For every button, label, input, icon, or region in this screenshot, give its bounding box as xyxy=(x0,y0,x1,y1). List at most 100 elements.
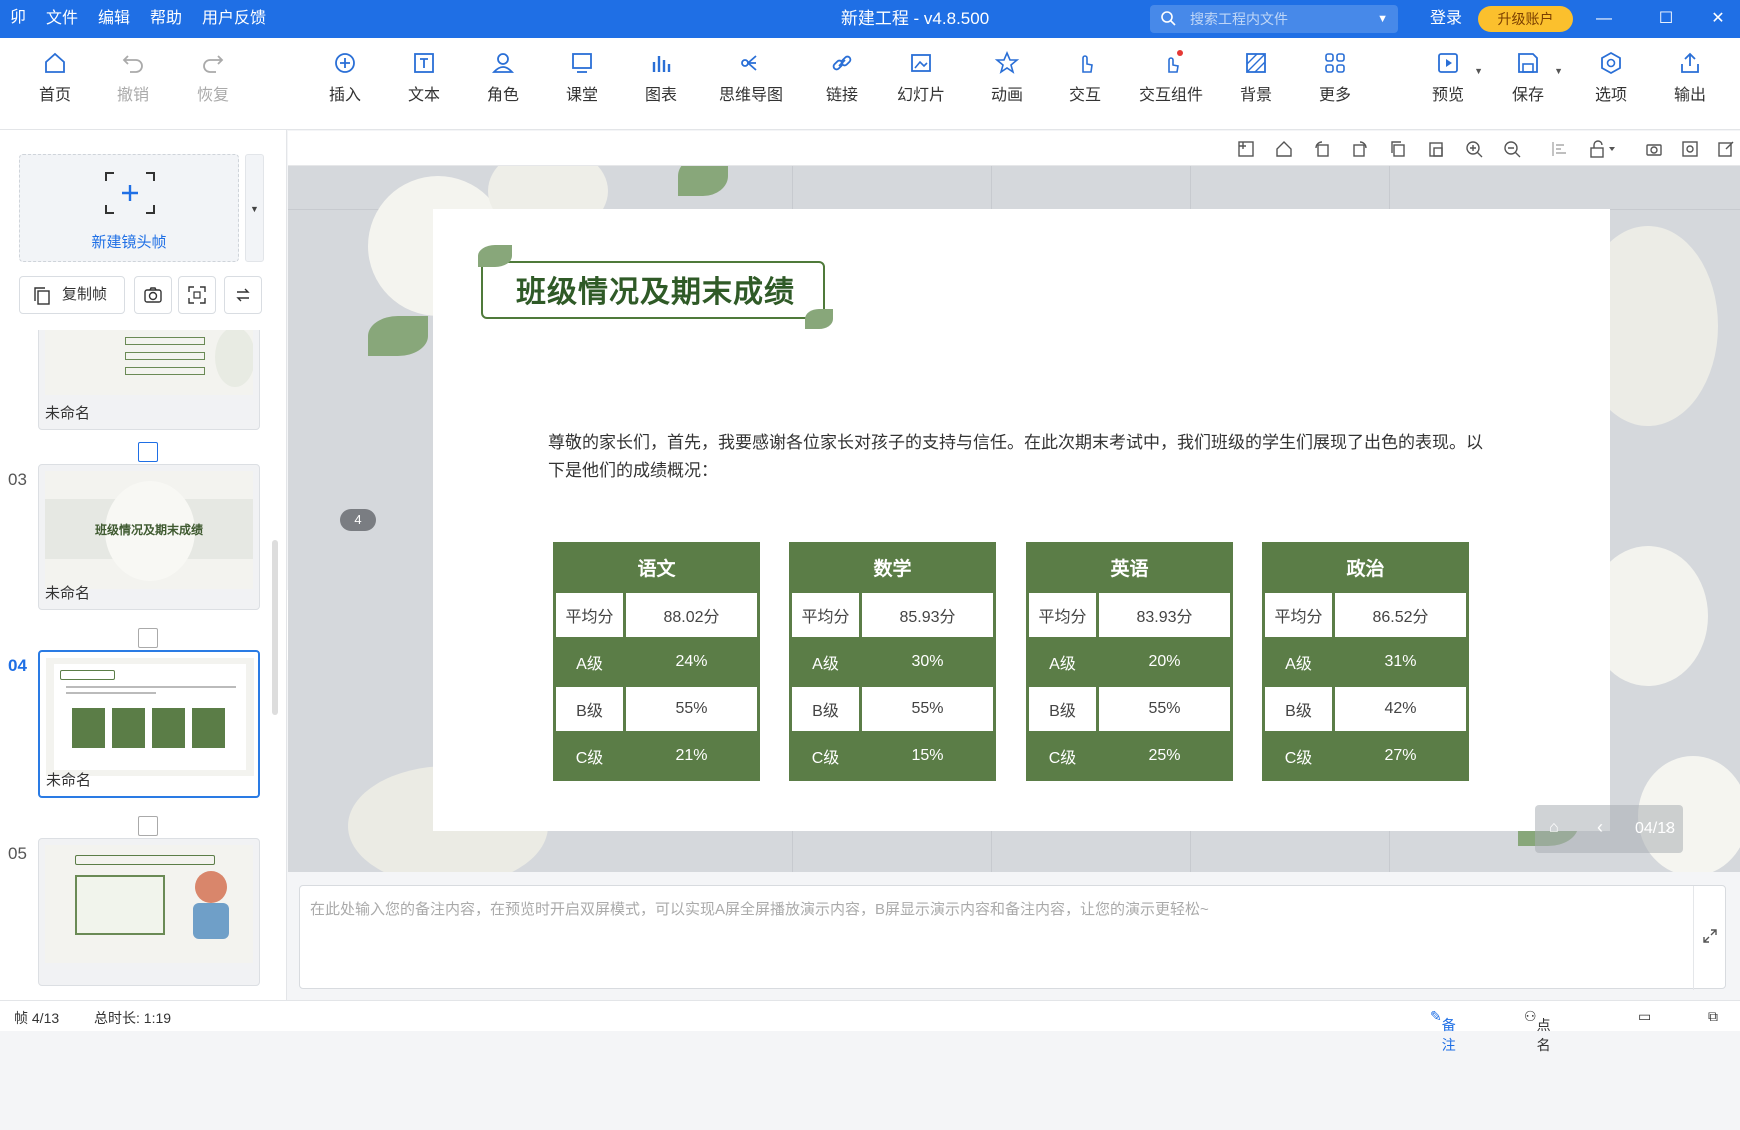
interact-component-button[interactable]: 交互组件 xyxy=(1136,50,1206,105)
fullscreen-icon[interactable]: ⧉ xyxy=(1708,1008,1718,1025)
maximize-icon[interactable]: ☐ xyxy=(1644,0,1688,38)
rollcall-label: 点名 xyxy=(1536,1017,1551,1053)
frame-badge[interactable]: 4 xyxy=(340,509,376,531)
lock-icon[interactable] xyxy=(1588,139,1618,159)
menu-feedback[interactable]: 用户反馈 xyxy=(202,0,266,38)
nav-home-icon[interactable]: ⌂ xyxy=(1549,819,1559,837)
align-icon[interactable] xyxy=(1550,139,1570,159)
export-button[interactable]: 输出 xyxy=(1655,50,1725,105)
subject-table-english[interactable]: 英语 平均分 83.93分 A级 20% B级 55% C级 25% xyxy=(1026,542,1233,781)
options-button[interactable]: 选项 xyxy=(1576,50,1646,105)
transition-icon[interactable] xyxy=(138,628,158,648)
frame-item[interactable]: 班级情况及期末成绩 未命名 xyxy=(38,464,260,610)
camera-icon[interactable] xyxy=(1644,139,1664,159)
settings-icon[interactable] xyxy=(1680,139,1700,159)
more-button[interactable]: 更多 xyxy=(1300,50,1370,105)
text-icon xyxy=(414,53,434,73)
options-icon xyxy=(1601,51,1621,75)
mindmap-button[interactable]: 思维导图 xyxy=(716,50,786,105)
nav-next-icon[interactable]: › xyxy=(1665,817,1671,838)
interact-component-icon xyxy=(1168,50,1183,73)
home-view-icon[interactable] xyxy=(1274,139,1294,159)
menu-edit[interactable]: 编辑 xyxy=(98,0,130,38)
nav-prev-icon[interactable]: ‹ xyxy=(1597,817,1603,838)
upgrade-button[interactable]: 升级账户 xyxy=(1478,6,1573,32)
slide-paragraph[interactable]: 尊敬的家长们，首先，我要感谢各位家长对孩子的支持与信任。在此次期末考试中，我们班… xyxy=(548,429,1493,485)
row-label: 平均分 xyxy=(1026,590,1099,640)
classroom-label: 课堂 xyxy=(565,87,598,104)
new-frame-dropdown-icon[interactable]: ▼ xyxy=(245,154,264,262)
copy-frame-label: 复制帧 xyxy=(62,286,108,303)
background-button[interactable]: 背景 xyxy=(1221,50,1291,105)
search-input[interactable]: 搜索工程内文件 ▼ xyxy=(1150,5,1398,33)
menu-help[interactable]: 帮助 xyxy=(150,0,182,38)
snapshot-button[interactable] xyxy=(134,276,172,314)
subject-header: 英语 xyxy=(1026,542,1233,593)
insert-button[interactable]: 插入 xyxy=(310,50,380,105)
screen-icon[interactable]: ▭ xyxy=(1638,1008,1651,1025)
chart-button[interactable]: 图表 xyxy=(626,50,696,105)
leaf-decoration xyxy=(678,166,728,196)
copy-frame-button[interactable]: 复制帧 xyxy=(19,276,125,314)
minimize-icon[interactable]: — xyxy=(1582,0,1626,38)
leaf-decoration xyxy=(368,316,428,356)
rotate-right-icon[interactable] xyxy=(1350,139,1370,159)
redo-button[interactable]: 恢复 xyxy=(178,50,248,105)
transition-icon[interactable] xyxy=(138,442,158,462)
save-dropdown-icon[interactable]: ▼ xyxy=(1554,66,1563,76)
interact-button[interactable]: 交互 xyxy=(1050,50,1120,105)
classroom-button[interactable]: 课堂 xyxy=(547,50,617,105)
text-button[interactable]: 文本 xyxy=(389,50,459,105)
undo-button[interactable]: 撤销 xyxy=(98,50,168,105)
rollcall-button[interactable]: ⚇ 点名 xyxy=(1524,1008,1551,1053)
ruler-icon[interactable] xyxy=(1236,139,1256,159)
slide-title[interactable]: 班级情况及期末成绩 xyxy=(516,267,795,311)
row-label: B级 xyxy=(1026,684,1099,734)
thumb-title: 班级情况及期末成绩 xyxy=(94,523,203,537)
options-label: 选项 xyxy=(1594,87,1627,104)
frame-list-scrollbar[interactable] xyxy=(272,540,278,715)
row-value: 85.93分 xyxy=(859,590,996,640)
subject-table-math[interactable]: 数学 平均分 85.93分 A级 30% B级 55% C级 15% xyxy=(789,542,996,781)
zoom-in-icon[interactable] xyxy=(1464,139,1484,159)
home-button[interactable]: 首页 xyxy=(20,50,90,105)
row-label: B级 xyxy=(553,684,626,734)
role-label: 角色 xyxy=(486,87,519,104)
new-frame-button[interactable]: 新建镜头帧 xyxy=(19,154,239,262)
close-icon[interactable]: ✕ xyxy=(1696,0,1740,38)
frame-item[interactable]: 未命名 xyxy=(38,330,260,430)
transition-icon[interactable] xyxy=(138,816,158,836)
login-button[interactable]: 登录 xyxy=(1430,0,1462,38)
copy-icon[interactable] xyxy=(1388,139,1408,159)
frame-item-active[interactable]: 未命名 xyxy=(38,650,260,798)
notes-field[interactable]: 在此处输入您的备注内容，在预览时开启双屏模式，可以实现A屏全屏播放演示内容，B屏… xyxy=(299,885,1726,990)
expand-notes-button[interactable] xyxy=(1693,886,1725,990)
interact-component-label: 交互组件 xyxy=(1138,87,1203,104)
fit-frame-button[interactable] xyxy=(178,276,216,314)
row-label: A级 xyxy=(789,637,862,687)
subject-table-chinese[interactable]: 语文 平均分 88.02分 A级 24% B级 55% C级 21% xyxy=(553,542,760,781)
slide-content[interactable]: 班级情况及期末成绩 尊敬的家长们，首先，我要感谢各位家长对孩子的支持与信任。在此… xyxy=(433,209,1610,831)
search-dropdown-icon[interactable]: ▼ xyxy=(1377,9,1388,29)
preview-button[interactable]: 预览 ▼ xyxy=(1413,50,1483,105)
save-button[interactable]: 保存 ▼ xyxy=(1493,50,1563,105)
rotate-left-icon[interactable] xyxy=(1312,139,1332,159)
switch-frame-button[interactable] xyxy=(224,276,262,314)
link-button[interactable]: 链接 xyxy=(807,50,877,105)
subject-table-politics[interactable]: 政治 平均分 86.52分 A级 31% B级 42% C级 27% xyxy=(1262,542,1469,781)
home-label: 首页 xyxy=(38,87,71,104)
role-button[interactable]: 角色 xyxy=(468,50,538,105)
zoom-out-icon[interactable] xyxy=(1502,139,1522,159)
slides-button[interactable]: 幻灯片 xyxy=(886,50,956,105)
canvas[interactable]: 班级情况及期末成绩 尊敬的家长们，首先，我要感谢各位家长对孩子的支持与信任。在此… xyxy=(288,166,1740,872)
preview-dropdown-icon[interactable]: ▼ xyxy=(1474,66,1483,76)
menu-file[interactable]: 文件 xyxy=(46,0,78,38)
menu-bar: 文件 编辑 帮助 用户反馈 xyxy=(46,0,286,38)
notes-toggle-button[interactable]: ✎ 备注 xyxy=(1430,1008,1456,1053)
edit-icon[interactable] xyxy=(1716,139,1736,159)
animation-button[interactable]: 动画 xyxy=(972,50,1042,105)
undo-label: 撤销 xyxy=(116,87,149,104)
link-icon xyxy=(832,55,852,71)
paste-icon[interactable] xyxy=(1426,139,1446,159)
frame-item[interactable] xyxy=(38,838,260,986)
